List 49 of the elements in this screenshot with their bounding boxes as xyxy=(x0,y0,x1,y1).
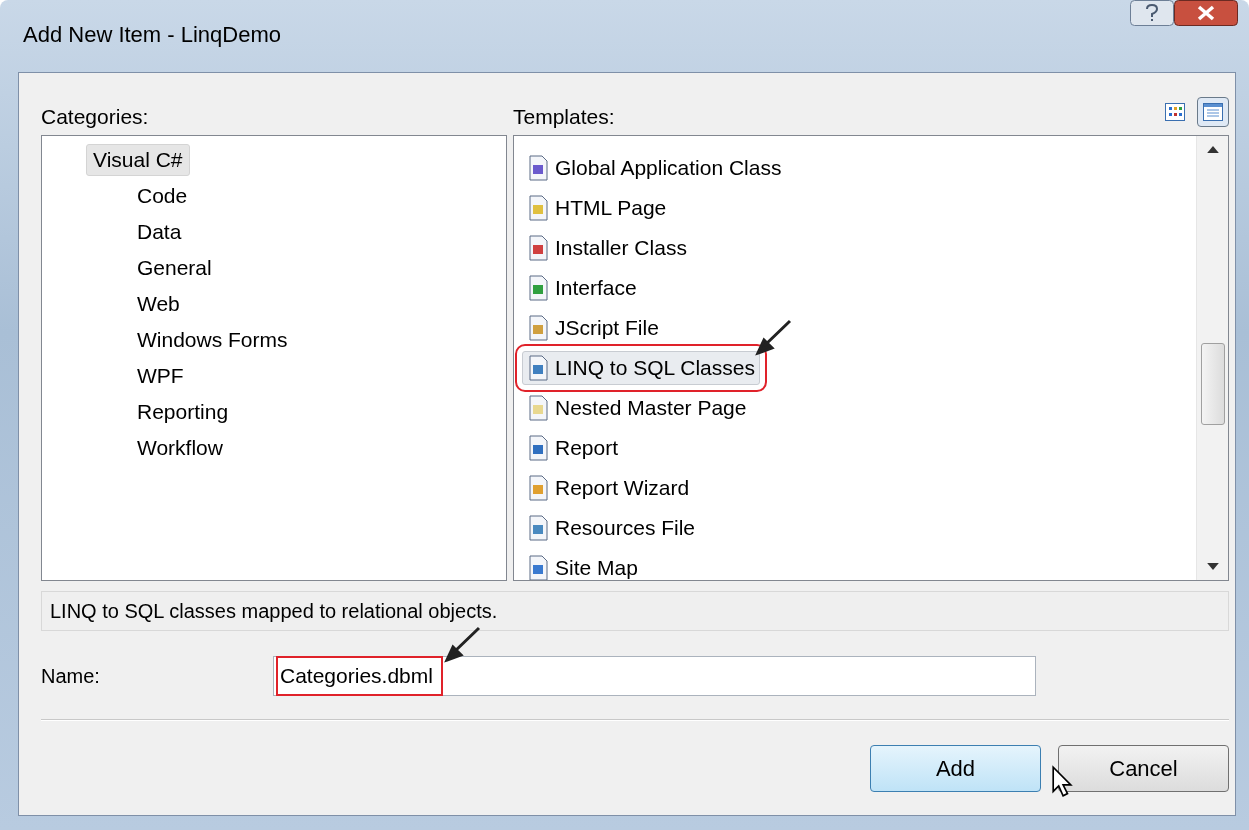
arrow-icon xyxy=(443,625,483,665)
template-item[interactable]: Interface xyxy=(522,271,642,305)
file-icon xyxy=(527,395,549,421)
category-item[interactable]: Data xyxy=(130,216,189,248)
file-icon xyxy=(527,275,549,301)
scroll-up-icon[interactable] xyxy=(1206,146,1219,153)
templates-label: Templates: xyxy=(513,105,616,129)
template-item[interactable]: Site Map xyxy=(522,551,643,580)
file-icon xyxy=(527,195,549,221)
template-item[interactable]: Resources File xyxy=(522,511,701,545)
help-button[interactable] xyxy=(1130,0,1174,26)
template-item[interactable]: Report xyxy=(522,431,624,465)
file-icon xyxy=(527,315,549,341)
scroll-down-icon[interactable] xyxy=(1206,563,1219,570)
file-icon xyxy=(527,155,549,181)
file-icon xyxy=(527,475,549,501)
category-item[interactable]: Code xyxy=(130,180,195,212)
category-item[interactable]: Reporting xyxy=(130,396,236,428)
description-text: LINQ to SQL classes mapped to relational objects. xyxy=(41,591,1229,631)
category-item[interactable]: Windows Forms xyxy=(130,324,295,356)
template-item[interactable]: JScript File xyxy=(522,311,664,345)
file-icon xyxy=(527,355,549,381)
file-icon xyxy=(527,515,549,541)
scrollbar[interactable] xyxy=(1196,136,1228,580)
close-button[interactable] xyxy=(1174,0,1238,26)
template-item[interactable]: Global Application Class xyxy=(522,151,787,185)
cancel-button[interactable]: Cancel xyxy=(1058,745,1229,792)
category-item[interactable]: General xyxy=(130,252,219,284)
categories-label: Categories: xyxy=(41,105,150,129)
name-label: Name: xyxy=(41,664,101,688)
name-field[interactable]: Categories.dbml xyxy=(273,656,1036,696)
category-item[interactable]: Visual C# xyxy=(86,144,190,176)
list-view-button[interactable] xyxy=(1197,97,1229,127)
category-item[interactable]: Workflow xyxy=(130,432,230,464)
template-item[interactable]: Installer Class xyxy=(522,231,692,265)
category-item[interactable]: Web xyxy=(130,288,187,320)
file-icon xyxy=(527,435,549,461)
arrow-icon xyxy=(754,318,794,358)
category-item[interactable]: WPF xyxy=(130,360,191,392)
file-icon xyxy=(527,235,549,261)
list-view-icon xyxy=(1203,103,1223,121)
template-item[interactable]: Nested Master Page xyxy=(522,391,752,425)
template-item[interactable]: Report Wizard xyxy=(522,471,695,505)
grid-view-icon xyxy=(1165,103,1185,121)
window-title: Add New Item - LinqDemo xyxy=(23,22,281,48)
template-item[interactable]: HTML Page xyxy=(522,191,672,225)
add-button[interactable]: Add xyxy=(870,745,1041,792)
scroll-thumb[interactable] xyxy=(1200,343,1225,425)
cursor-icon xyxy=(1051,765,1073,798)
